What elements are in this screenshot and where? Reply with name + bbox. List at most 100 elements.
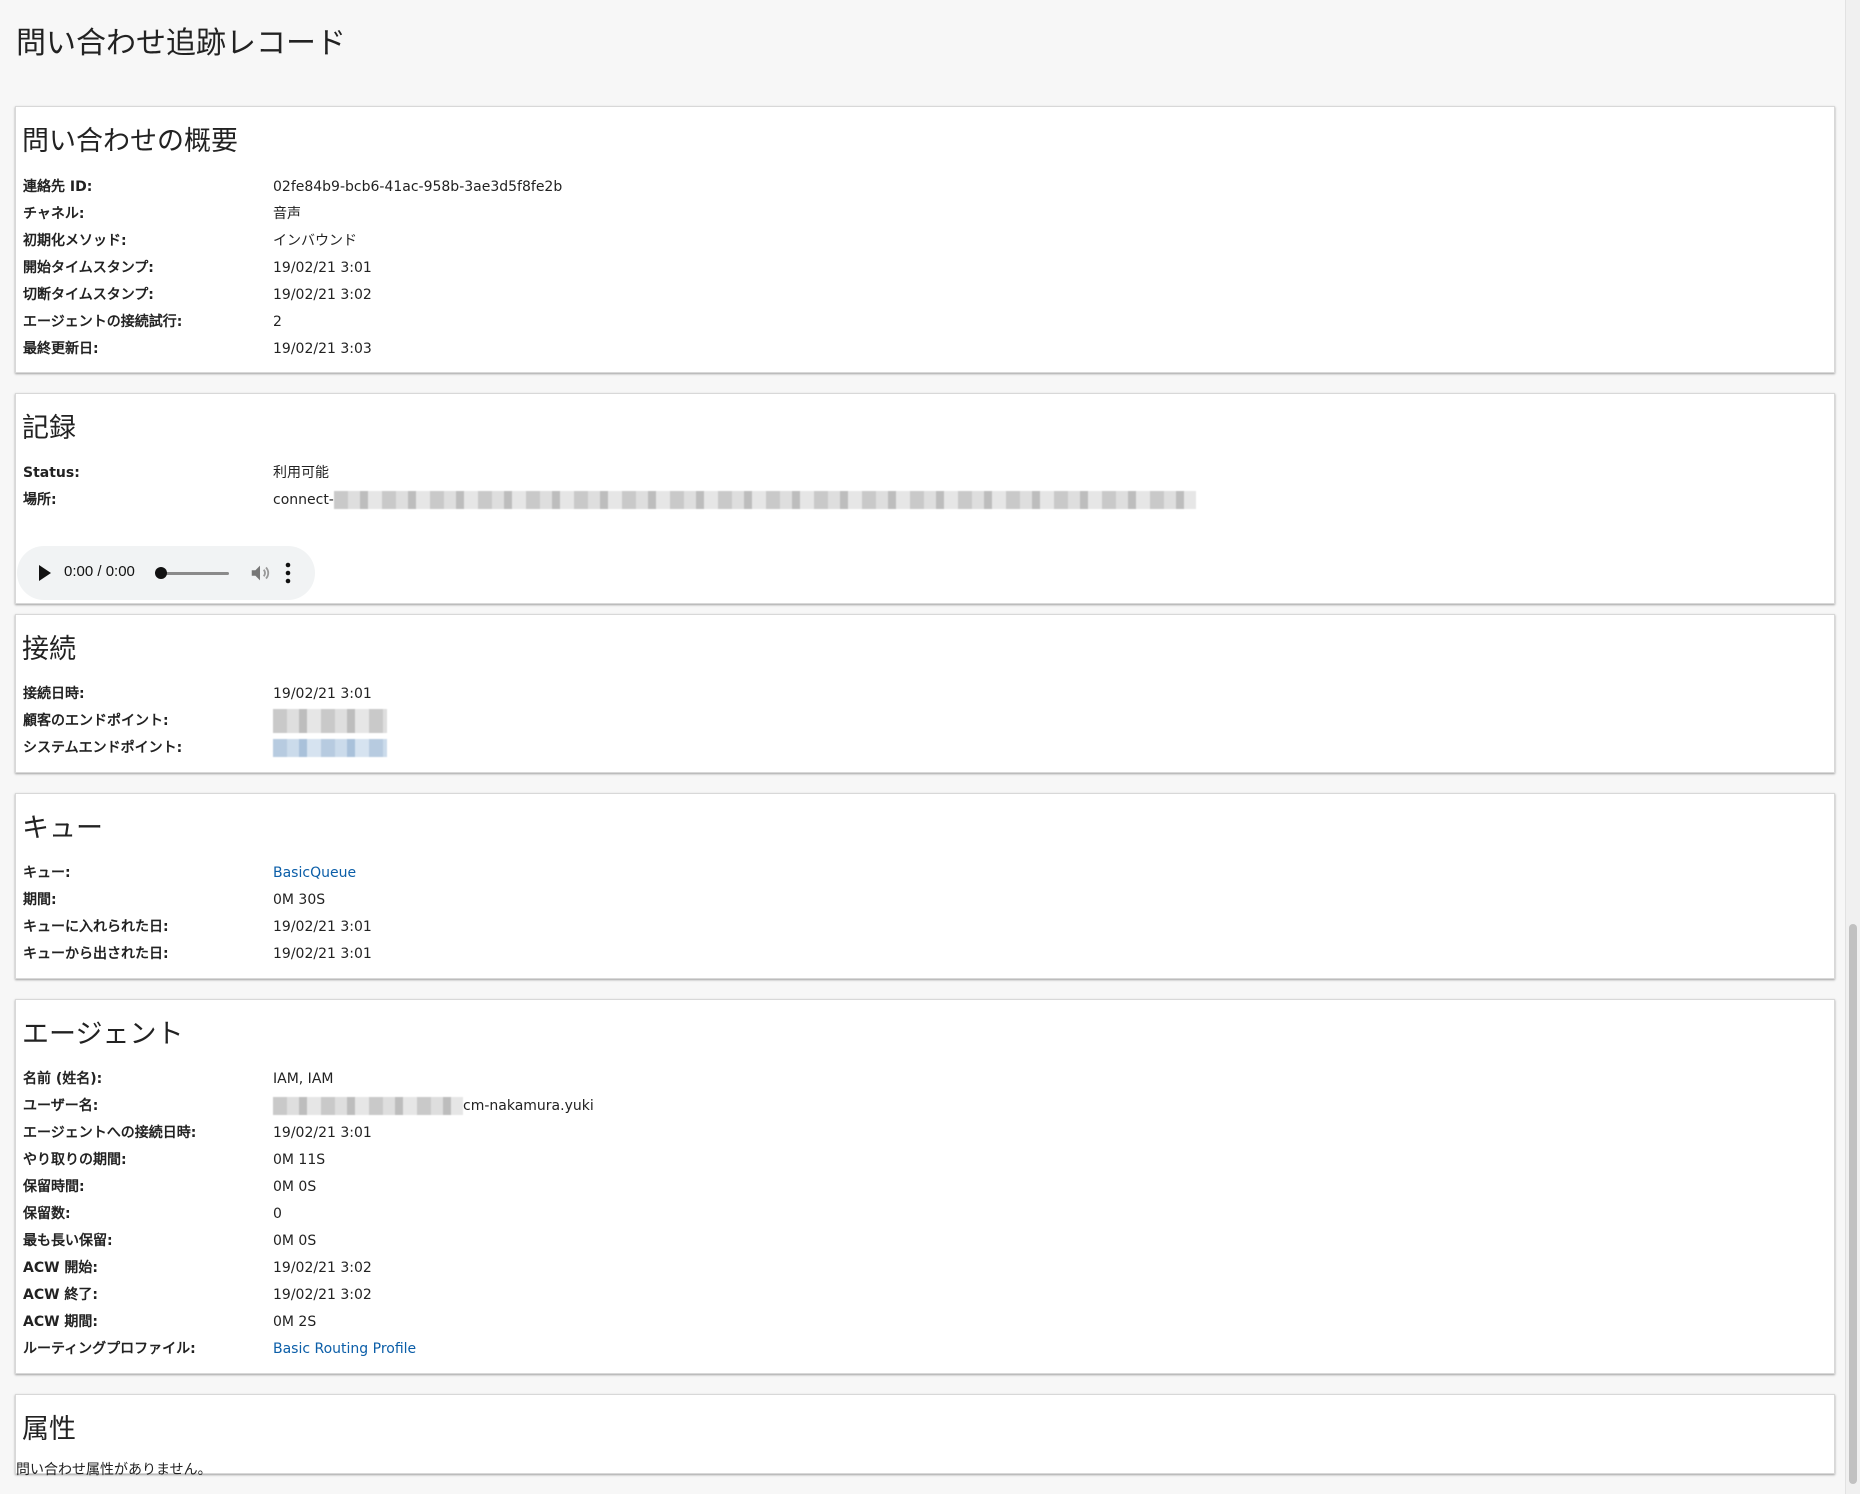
acw-start-value: 19/02/21 3:02 xyxy=(273,1260,372,1276)
no-attributes-text: 問い合わせ属性がありません。 xyxy=(16,1462,212,1478)
summary-row-label: 切断タイムスタンプ: xyxy=(23,287,154,303)
agent-username-suffix: cm-nakamura.yuki xyxy=(463,1098,594,1114)
longest-hold-value: 0M 0S xyxy=(273,1233,317,1249)
recording-location-row: 場所: connect- xyxy=(23,487,1723,514)
queue-row-label: キューに入れられた日: xyxy=(23,919,169,935)
queue-card: キュー キュー: BasicQueue 期間: 0M 30S キューに入れられた日:… xyxy=(15,793,1835,979)
hold-time-value: 0M 0S xyxy=(273,1179,317,1195)
queue-value: BasicQueue xyxy=(273,860,356,887)
agent-row: ユーザー名: cm-nakamura.yuki xyxy=(23,1093,1723,1120)
agent-name-value: IAM, IAM xyxy=(273,1071,334,1087)
agent-row-label: 保留時間: xyxy=(23,1179,85,1195)
queue-row-label: キューから出された日: xyxy=(23,946,169,962)
contact-summary-heading: 問い合わせの概要 xyxy=(22,126,238,157)
attributes-card: 属性 問い合わせ属性がありません。 xyxy=(15,1394,1835,1478)
agent-row-label: 名前 (姓名): xyxy=(23,1071,103,1087)
agent-row-label: やり取りの期間: xyxy=(23,1152,127,1168)
queue-row: 期間: 0M 30S xyxy=(23,887,1723,914)
recording-location-value: connect- xyxy=(273,487,1196,514)
recording-status-label: Status: xyxy=(23,465,80,481)
agent-row: ACW 期間: 0M 2S xyxy=(23,1309,1723,1336)
agent-row: ACW 終了: 19/02/21 3:02 xyxy=(23,1282,1723,1309)
connected-timestamp-value: 19/02/21 3:01 xyxy=(273,686,372,702)
recording-status-row: Status: 利用可能 xyxy=(23,460,1723,487)
connection-row: 顧客のエンドポイント: xyxy=(23,708,1723,735)
queue-heading: キュー xyxy=(22,813,103,844)
connection-row-label: システムエンドポイント: xyxy=(23,740,183,756)
acw-duration-value: 0M 2S xyxy=(273,1314,317,1330)
acw-end-value: 19/02/21 3:02 xyxy=(273,1287,372,1303)
scrollbar-thumb[interactable] xyxy=(1849,924,1857,1484)
disconnect-timestamp-value: 19/02/21 3:02 xyxy=(273,287,372,303)
connection-row: システムエンドポイント: xyxy=(23,735,1723,762)
enqueue-timestamp-value: 19/02/21 3:01 xyxy=(273,919,372,935)
system-endpoint-value xyxy=(273,735,387,762)
agent-row-label: ACW 開始: xyxy=(23,1260,99,1276)
agent-row: やり取りの期間: 0M 11S xyxy=(23,1147,1723,1174)
queue-row: キューから出された日: 19/02/21 3:01 xyxy=(23,941,1723,968)
summary-row: チャネル: 音声 xyxy=(23,201,1723,228)
contact-id-value: 02fe84b9-bcb6-41ac-958b-3ae3d5f8fe2b xyxy=(273,179,563,195)
recording-location-label: 場所: xyxy=(23,492,57,508)
agent-row: 名前 (姓名): IAM, IAM xyxy=(23,1066,1723,1093)
agent-row: 保留数: 0 xyxy=(23,1201,1723,1228)
agent-row: エージェントへの接続日時: 19/02/21 3:01 xyxy=(23,1120,1723,1147)
more-vertical-icon[interactable] xyxy=(285,561,291,585)
channel-value: 音声 xyxy=(273,206,301,222)
agent-row-label: ユーザー名: xyxy=(23,1098,99,1114)
agent-row-label: 保留数: xyxy=(23,1206,71,1222)
audio-player: 0:00 / 0:00 xyxy=(17,546,315,600)
summary-row: 切断タイムスタンプ: 19/02/21 3:02 xyxy=(23,282,1723,309)
recording-card: 記録 Status: 利用可能 場所: connect- 0:00 / 0:00 xyxy=(15,393,1835,604)
agent-row: 保留時間: 0M 0S xyxy=(23,1174,1723,1201)
volume-icon[interactable] xyxy=(249,562,271,584)
queue-row: キューに入れられた日: 19/02/21 3:01 xyxy=(23,914,1723,941)
connection-row-label: 顧客のエンドポイント: xyxy=(23,713,169,729)
connection-card: 接続 接続日時: 19/02/21 3:01 顧客のエンドポイント: システムエン… xyxy=(15,614,1835,773)
summary-row-label: 連絡先 ID: xyxy=(23,179,93,195)
summary-row-label: チャネル: xyxy=(23,206,85,222)
summary-row: 連絡先 ID: 02fe84b9-bcb6-41ac-958b-3ae3d5f8f… xyxy=(23,174,1723,201)
agent-row-label: ACW 期間: xyxy=(23,1314,99,1330)
agent-row-label: 最も長い保留: xyxy=(23,1233,113,1249)
summary-row-label: 最終更新日: xyxy=(23,341,99,357)
recording-location-prefix: connect- xyxy=(273,492,334,508)
recording-heading: 記録 xyxy=(22,413,76,444)
audio-progress-thumb[interactable] xyxy=(155,567,167,579)
redacted-location xyxy=(333,491,1196,509)
play-icon[interactable] xyxy=(39,565,51,581)
summary-row: 開始タイムスタンプ: 19/02/21 3:01 xyxy=(23,255,1723,282)
contact-summary-card: 問い合わせの概要 連絡先 ID: 02fe84b9-bcb6-41ac-958b-… xyxy=(15,106,1835,373)
hold-count-value: 0 xyxy=(273,1206,282,1222)
agent-row-label: ACW 終了: xyxy=(23,1287,99,1303)
agent-connected-value: 19/02/21 3:01 xyxy=(273,1125,372,1141)
attributes-heading: 属性 xyxy=(22,1414,76,1445)
recording-status-value: 利用可能 xyxy=(273,465,329,481)
agent-row-label: ルーティングプロファイル: xyxy=(23,1341,196,1357)
summary-row-label: 初期化メソッド: xyxy=(23,233,127,249)
initiation-method-value: インバウンド xyxy=(273,233,357,249)
routing-profile-value: Basic Routing Profile xyxy=(273,1336,416,1363)
connection-row-label: 接続日時: xyxy=(23,686,85,702)
queue-link[interactable]: BasicQueue xyxy=(273,865,356,881)
routing-profile-link[interactable]: Basic Routing Profile xyxy=(273,1341,416,1357)
agent-heading: エージェント xyxy=(22,1019,184,1050)
agent-username-value: cm-nakamura.yuki xyxy=(273,1093,594,1120)
summary-row: エージェントの接続試行: 2 xyxy=(23,309,1723,336)
queue-duration-value: 0M 30S xyxy=(273,892,326,908)
last-updated-value: 19/02/21 3:03 xyxy=(273,341,372,357)
redacted-username-prefix xyxy=(273,1097,463,1115)
summary-row: 初期化メソッド: インバウンド xyxy=(23,228,1723,255)
agent-row: ルーティングプロファイル: Basic Routing Profile xyxy=(23,1336,1723,1363)
agent-row-label: エージェントへの接続日時: xyxy=(23,1125,197,1141)
audio-progress-track[interactable] xyxy=(161,572,229,575)
interaction-duration-value: 0M 11S xyxy=(273,1152,326,1168)
audio-time: 0:00 / 0:00 xyxy=(64,563,135,580)
connection-row: 接続日時: 19/02/21 3:01 xyxy=(23,681,1723,708)
summary-row-label: エージェントの接続試行: xyxy=(23,314,183,330)
agent-row: 最も長い保留: 0M 0S xyxy=(23,1228,1723,1255)
start-timestamp-value: 19/02/21 3:01 xyxy=(273,260,372,276)
queue-row-label: キュー: xyxy=(23,865,71,881)
page-scrollbar[interactable] xyxy=(1845,0,1860,1494)
agent-row: ACW 開始: 19/02/21 3:02 xyxy=(23,1255,1723,1282)
